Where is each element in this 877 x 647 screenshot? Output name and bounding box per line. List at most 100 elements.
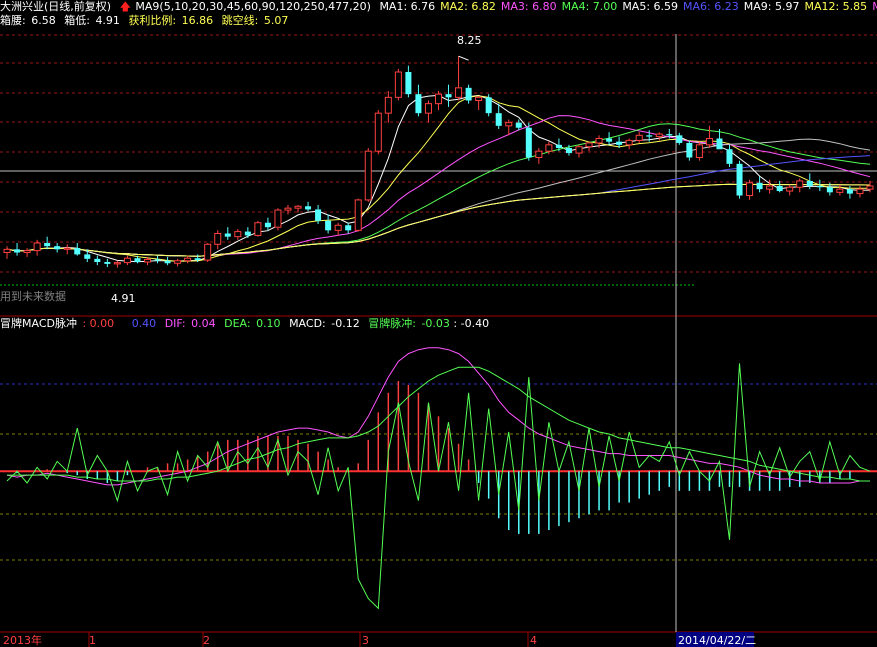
- candle-body-86: [866, 185, 874, 190]
- candle-body-19: [194, 258, 201, 261]
- candle-body-20: [204, 243, 212, 261]
- candle-body-67: [676, 135, 683, 143]
- candle-body-1: [14, 249, 21, 253]
- candle-body-47: [475, 96, 483, 102]
- candle-body-32: [325, 220, 332, 231]
- candle-body-3: [33, 242, 41, 252]
- candle-body-84: [846, 189, 853, 194]
- ma-line-4: [6, 138, 871, 257]
- candle-body-68: [686, 142, 693, 158]
- candle-body-39: [394, 71, 402, 98]
- candle-body-34: [345, 225, 352, 231]
- candle-body-38: [384, 96, 392, 114]
- candle-body-27: [274, 209, 282, 228]
- candle-body-43: [434, 93, 443, 105]
- candle-body-63: [635, 134, 643, 141]
- candle-body-62: [625, 139, 633, 146]
- candle-body-25: [254, 222, 262, 236]
- candle-body-76: [766, 185, 774, 190]
- candle-body-2: [23, 250, 31, 254]
- candle-body-77: [776, 186, 783, 192]
- candle-body-55: [555, 144, 562, 148]
- candle-body-28: [284, 207, 292, 211]
- candle-body-81: [816, 186, 823, 188]
- candle-body-35: [354, 199, 362, 231]
- low-price-label: 4.91: [111, 292, 136, 305]
- candle-body-72: [726, 149, 733, 164]
- candle-body-51: [515, 122, 522, 128]
- candle-body-30: [305, 206, 312, 210]
- candle-body-14: [143, 258, 152, 263]
- candle-body-74: [746, 182, 754, 196]
- candle-body-11: [113, 262, 121, 265]
- candle-body-37: [374, 112, 382, 152]
- candle-body-36: [364, 150, 372, 201]
- candle-body-70: [705, 138, 713, 146]
- year-label: 2013年: [3, 633, 42, 647]
- candle-body-58: [585, 142, 593, 148]
- future-data-note: 用到未来数据: [0, 289, 66, 303]
- candle-body-71: [716, 138, 723, 150]
- candle-body-7: [74, 248, 81, 255]
- candle-body-6: [63, 247, 71, 250]
- candle-body-10: [104, 262, 111, 264]
- month-label-2: 2: [203, 634, 210, 647]
- candle-body-12: [123, 257, 131, 264]
- candle-body-44: [445, 94, 452, 98]
- candle-body-54: [545, 144, 553, 152]
- candle-body-17: [174, 260, 182, 264]
- candle-body-21: [214, 233, 222, 245]
- candle-body-59: [595, 138, 603, 144]
- candle-body-46: [465, 87, 472, 101]
- high-marker: [458, 55, 469, 61]
- candle-body-16: [164, 260, 171, 264]
- candle-body-45: [455, 87, 463, 98]
- candlestick-series: [3, 55, 874, 268]
- candle-body-80: [806, 180, 813, 186]
- candle-body-69: [695, 144, 703, 158]
- candle-body-49: [495, 113, 502, 126]
- candle-body-29: [294, 205, 302, 209]
- cursor-date-label: 2014/04/22/二: [678, 634, 756, 647]
- candle-body-0: [3, 248, 11, 253]
- stock-chart[interactable]: 8.25 4.91 用到未来数据 2013年 1 2 3 4 2014/04/2…: [0, 0, 877, 647]
- candle-body-83: [836, 188, 844, 193]
- month-label-4: 4: [530, 634, 537, 647]
- macd-series-2: [6, 363, 871, 610]
- candle-body-61: [616, 141, 623, 145]
- candle-body-66: [666, 134, 673, 136]
- candle-body-79: [796, 180, 804, 188]
- candle-body-9: [94, 258, 101, 262]
- candle-body-33: [334, 224, 342, 231]
- high-price-label: 8.25: [457, 34, 482, 47]
- candle-body-57: [575, 146, 583, 154]
- candle-body-52: [525, 127, 532, 158]
- candle-body-56: [565, 148, 572, 154]
- candle-body-65: [655, 133, 663, 138]
- candle-body-78: [786, 186, 794, 192]
- candle-body-26: [264, 222, 271, 228]
- month-label-1: 1: [89, 634, 96, 647]
- macd-panel: [6, 347, 871, 610]
- grid-lines: [0, 34, 877, 647]
- candle-body-42: [424, 103, 432, 114]
- candle-body-75: [756, 182, 763, 190]
- candle-body-18: [184, 257, 192, 262]
- candle-body-82: [826, 187, 833, 193]
- candle-body-22: [224, 233, 231, 237]
- candle-body-13: [134, 258, 141, 262]
- candle-body-73: [736, 163, 743, 196]
- candle-body-64: [646, 135, 653, 137]
- candle-body-41: [415, 94, 422, 114]
- candle-body-60: [606, 138, 613, 142]
- candle-body-40: [405, 72, 412, 95]
- candle-body-48: [485, 97, 492, 114]
- candle-body-15: [154, 259, 161, 261]
- candle-body-4: [44, 243, 51, 247]
- candle-body-5: [54, 246, 61, 250]
- candle-body-8: [84, 254, 91, 259]
- candle-body-53: [535, 150, 543, 159]
- candle-body-85: [856, 188, 864, 195]
- month-label-3: 3: [362, 634, 369, 647]
- candle-body-50: [505, 122, 513, 127]
